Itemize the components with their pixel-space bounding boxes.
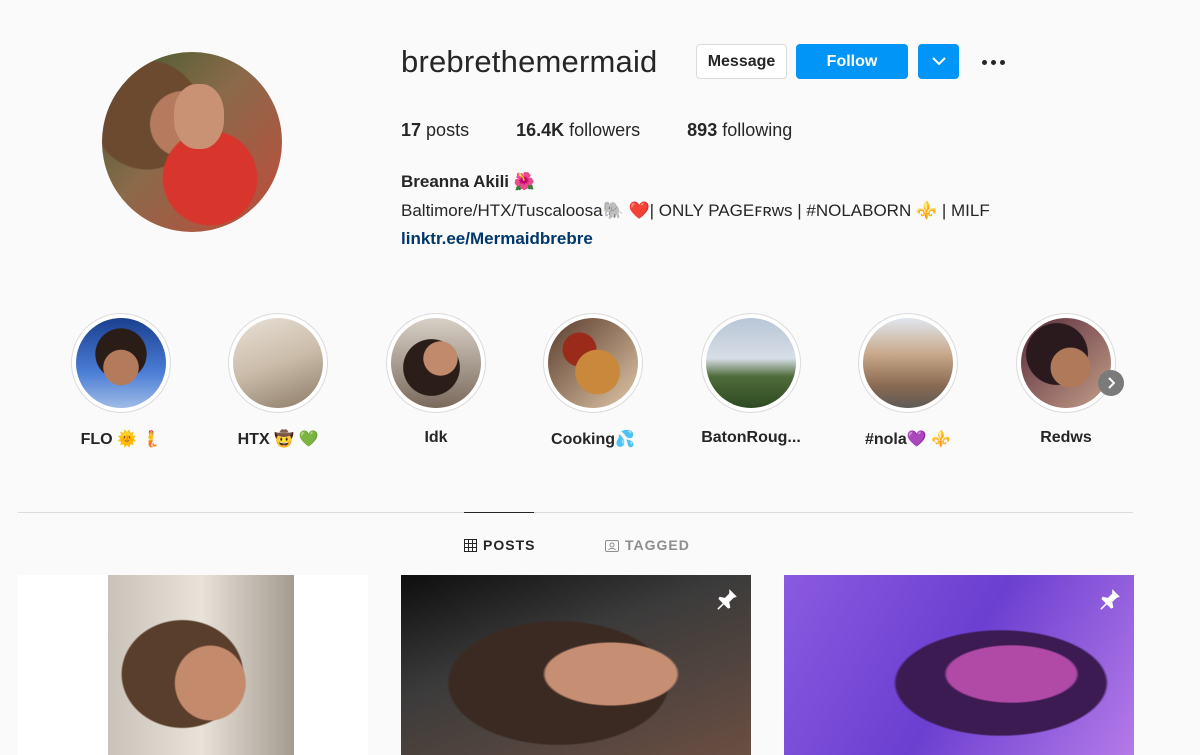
highlight-label: Idk (424, 429, 448, 446)
highlight-item[interactable]: #nola💜 ⚜️ (848, 313, 968, 449)
tabs-divider (18, 512, 1133, 513)
stat-following[interactable]: 893 following (687, 120, 792, 141)
tab-posts[interactable]: POSTS (464, 537, 535, 553)
suggested-dropdown-button[interactable] (918, 44, 959, 79)
highlight-cover[interactable] (71, 313, 171, 413)
highlight-label: #nola💜 ⚜️ (864, 431, 952, 448)
highlight-cover[interactable] (701, 313, 801, 413)
highlight-cover[interactable] (858, 313, 958, 413)
grid-icon (464, 538, 477, 552)
highlight-label: Cooking💦 (551, 431, 635, 448)
highlight-cover[interactable] (543, 313, 643, 413)
profile-full-name: Breanna Akili 🌺 (401, 172, 535, 191)
highlight-item[interactable]: HTX 🤠 💚 (218, 313, 338, 449)
highlight-cover[interactable] (386, 313, 486, 413)
profile-bio: Baltimore/HTX/Tuscaloosa🐘 ❤️| ONLY PAGEꜰ… (401, 201, 990, 220)
post-thumbnail[interactable] (401, 575, 751, 755)
stat-followers[interactable]: 16.4K followers (516, 120, 640, 141)
highlight-label: Redws (1040, 429, 1092, 446)
tab-tagged[interactable]: TAGGED (605, 537, 690, 553)
highlight-label: FLO 🌞 🧜 (80, 431, 162, 448)
profile-username: brebrethemermaid (401, 44, 658, 79)
tab-tagged-label: TAGGED (625, 537, 690, 553)
profile-link[interactable]: linktr.ee/Mermaidbrebre (401, 229, 593, 249)
more-options-icon (981, 59, 987, 65)
highlight-item[interactable]: BatonRoug... (691, 313, 811, 447)
highlight-item[interactable]: FLO 🌞 🧜 (61, 313, 181, 449)
tab-posts-label: POSTS (483, 537, 536, 553)
active-tab-indicator (464, 512, 534, 513)
pin-icon (1100, 589, 1120, 610)
post-thumbnail[interactable] (18, 575, 368, 755)
more-options-button[interactable] (976, 50, 1010, 74)
highlight-item[interactable]: Idk (376, 313, 496, 447)
message-button[interactable]: Message (696, 44, 787, 79)
highlight-label: BatonRoug... (701, 429, 801, 446)
highlight-label: HTX 🤠 💚 (237, 431, 319, 448)
profile-avatar[interactable] (102, 52, 282, 232)
stat-posts: 17 posts (401, 120, 470, 140)
follow-button[interactable]: Follow (796, 44, 908, 79)
profile-stats: 17 posts 16.4K followers 893 following (401, 120, 839, 141)
tagged-icon (605, 539, 619, 552)
chevron-right-icon (1108, 377, 1115, 389)
highlight-cover[interactable] (1016, 313, 1116, 413)
post-thumbnail[interactable] (784, 575, 1134, 755)
highlights-next-button[interactable] (1098, 370, 1124, 396)
chevron-down-icon (931, 57, 946, 66)
highlight-item[interactable]: Cooking💦 (533, 313, 653, 449)
pin-icon (717, 589, 737, 610)
highlight-cover[interactable] (228, 313, 328, 413)
